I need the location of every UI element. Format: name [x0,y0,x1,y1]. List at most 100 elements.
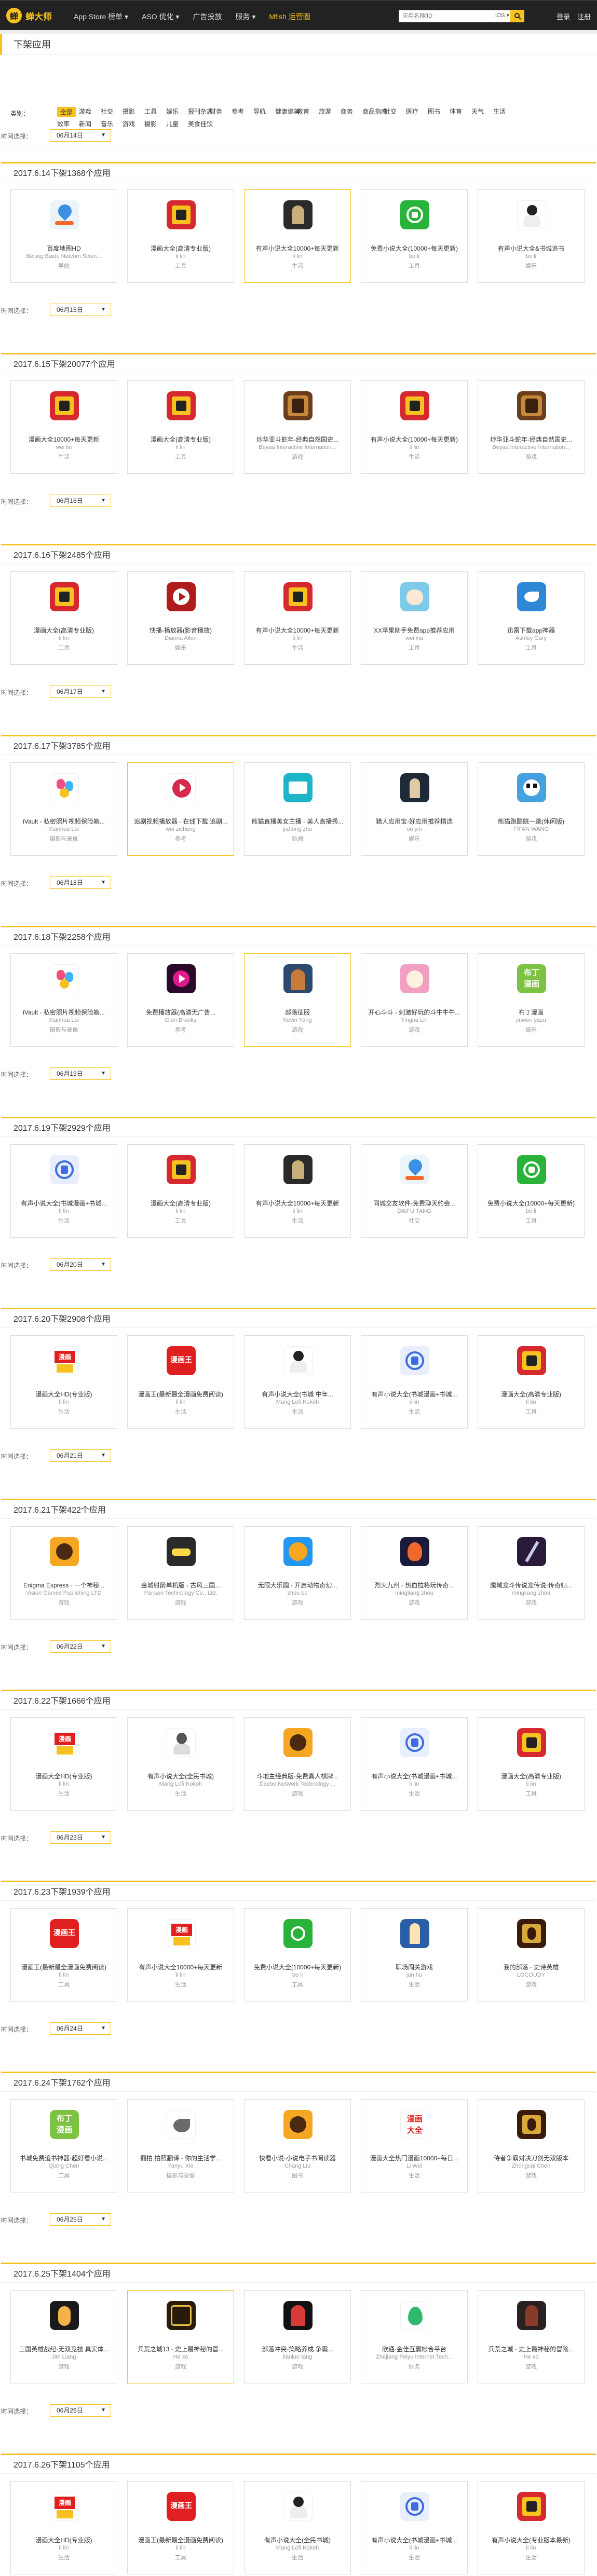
app-card[interactable]: 有声小说大全(10000+每天更新) li lin 生活 [361,380,468,474]
app-card[interactable]: 有声小说大全(书城漫画+书城... li lin 生活 [361,2481,468,2574]
app-card[interactable]: 同城交友软件-免费聊天约会... DAIFU TANG 社交 [361,1144,468,1238]
app-card[interactable]: 漫画大全(高清专业版) li lin 工具 [127,380,234,474]
category-tag[interactable]: 效率 [57,119,70,128]
menu-item-mfish[interactable]: Mfish 运营圈 [269,11,310,22]
app-card[interactable]: 三国英雄战纪-无双竞技 真实体... Jim Liang 游戏 [10,2290,117,2383]
date-picker[interactable]: 06月19日 ▼ [50,1067,111,1080]
logo[interactable]: 蝉 蝉大师 [6,8,52,23]
app-card[interactable]: 漫画大全(高清专业版) li lin 工具 [10,571,117,665]
app-card[interactable]: 部落征服 Kevin Yang 游戏 [244,953,351,1047]
app-card[interactable]: iVault - 私密照片视频保险箱... Xianhua Lai 摄影与录像 [10,762,117,856]
date-picker[interactable]: 06月24日 ▼ [50,2022,111,2035]
app-card[interactable]: 迅雷下载app神器 Ashley Gary 工具 [478,571,585,665]
category-tag[interactable]: 生活 [493,107,506,116]
date-picker[interactable]: 06月23日 ▼ [50,1831,111,1844]
app-card[interactable]: iVault - 私密照片视频保险箱... Xianhua Lai 摄影与录像 [10,953,117,1047]
category-tag[interactable]: 教育 [297,107,309,116]
app-card[interactable]: 漫画大全(高清专业版) li lin 工具 [127,1144,234,1238]
app-card[interactable]: 漫画大全(高清专业版) li lin 工具 [478,1717,585,1811]
app-card[interactable]: 追剧视频播放器 - 在线下载 追剧... wei zicheng 参考 [127,762,234,856]
date-picker[interactable]: 06月18日 ▼ [50,876,111,889]
category-tag[interactable]: 商务 [341,107,353,116]
login-link[interactable]: 登录 [557,11,570,21]
category-tag[interactable]: 工具 [144,107,157,116]
app-card[interactable]: 漫画 大全 漫画大全热门漫画10000+每日... Li Wei 生活 [361,2099,468,2193]
category-tag[interactable]: 社交 [384,107,397,116]
app-card[interactable]: 部落冲突-策略养成 争霸... tianluo tang 游戏 [244,2290,351,2383]
app-card[interactable]: 漫画 有声小说大全10000+每天更新 li lin 生活 [127,1908,234,2002]
app-card[interactable]: 魔域龙斗传说龙传说-传奇归... mingliang zhou 游戏 [478,1526,585,1620]
app-card[interactable]: 布丁 漫画 布丁漫画 jinwen yasu 娱乐 [478,953,585,1047]
app-card[interactable]: 快看小说-小说电子书阅读器 Chang Liu 图书 [244,2099,351,2193]
category-tag[interactable]: 报刊杂志 [188,107,213,116]
app-card[interactable]: 斗地主经典版-免费真人棋牌... Daebe Network Technology… [244,1717,351,1811]
search-button[interactable] [510,10,524,22]
date-picker[interactable]: 06月21日 ▼ [50,1449,111,1462]
app-card[interactable]: 职场闯关游戏 jun hu 生活 [361,1908,468,2002]
app-card[interactable]: 有声小说大全10000+每天更新 li lin 生活 [244,189,351,283]
date-picker[interactable]: 06月25日 ▼ [50,2213,111,2226]
app-card[interactable]: 漫画 漫画大全HD(专业版) li lin 生活 [10,1335,117,1429]
app-card[interactable]: 兵荒之城 - 史上最神秘的冒险... He xo 游戏 [478,2290,585,2383]
app-card[interactable]: 漫画王 漫画王(最新最全漫画免费阅读) li lin 生活 [127,1335,234,1429]
category-tag[interactable]: 社交 [101,107,113,116]
app-card[interactable]: 免费小说大全(10000+每天更新) bo li 工具 [361,189,468,283]
menu-item-ads[interactable]: 广告投放 [193,11,222,22]
app-card[interactable]: 炒华亚斗蛇年-经典自然国史... Beyaa Interactive Intern… [244,380,351,474]
app-card[interactable]: 有声小说大全(专业版本最新) li lin 生活 [478,2481,585,2574]
date-picker[interactable]: 06月20日 ▼ [50,1258,111,1271]
app-card[interactable]: 免费小说大全(10000+每天更新) bo li 工具 [244,1908,351,2002]
category-tag[interactable]: 旅游 [319,107,331,116]
app-card[interactable]: 熊猫直播美女主播 - 美人直播秀... jiahong zhu 新闻 [244,762,351,856]
app-card[interactable]: 炒华亚斗蛇年-经典自然国史... Beyaa Interactive Intern… [478,380,585,474]
category-tag[interactable]: 音乐 [101,119,113,128]
date-picker[interactable]: 06月22日 ▼ [50,1640,111,1653]
category-tag[interactable]: 参考 [232,107,244,116]
app-card[interactable]: 有声小说大全(全民书城) Mang Lofi Kokoh 生活 [244,2481,351,2574]
app-card[interactable]: 漫画王 漫画王(最新最全漫画免费阅读) li lin 工具 [10,1908,117,2002]
app-card[interactable]: 有声小说大全&书城追书 bo li 娱乐 [478,189,585,283]
category-tag[interactable]: 摄影 [123,107,135,116]
date-picker[interactable]: 06月26日 ▼ [50,2404,111,2417]
app-card[interactable]: 欣通-金佳互赢帐合平台 Zhejiang Feiyu Internet Tech.… [361,2290,468,2383]
app-card[interactable]: 免费小说大全(10000+每天更新) bo li 工具 [478,1144,585,1238]
app-card[interactable]: 漫画大全(高清专业版) li lin 工具 [127,189,234,283]
app-card[interactable]: 有声小说大全(书城 中年... Mang Lofi Kokoh 生活 [244,1335,351,1429]
app-card[interactable]: 有声小说大全10000+每天更新 li lin 生活 [244,1144,351,1238]
category-tag[interactable]: 体育 [450,107,462,116]
app-card[interactable]: 有声小说大全10000+每天更新 li lin 生活 [244,571,351,665]
category-tag[interactable]: 健康健美 [275,107,300,116]
app-card[interactable]: 百度地图HD Beijing Baidu Netcom Scien... 导航 [10,189,117,283]
app-card[interactable]: XX苹果助手免费app推荐应用 wei xia 工具 [361,571,468,665]
app-card[interactable]: 漫画王 漫画王(最新最全漫画免费阅读) li lin 工具 [127,2481,234,2574]
search-input[interactable] [399,10,477,22]
app-card[interactable]: 快播-播放器(影音播放) Dianna Allen 娱乐 [127,571,234,665]
app-card[interactable]: 有声小说大全(全民书城) Mang Lofi Kokoh 生活 [127,1717,234,1811]
date-picker[interactable]: 06月16日 ▼ [50,495,111,507]
category-tag[interactable]: 全部 [57,107,76,117]
app-card[interactable]: 漫画大全10000+每天更新 wei lin 生活 [10,380,117,474]
app-card[interactable]: 金城射箭单机版 - 古风三国... Pansen Technology Co., … [127,1526,234,1620]
category-tag[interactable]: 摄影 [144,119,157,128]
app-card[interactable]: 有声小说大全(书城漫画+书城... li lin 生活 [10,1144,117,1238]
category-tag[interactable]: 图书 [428,107,440,116]
menu-item-aso[interactable]: ASO 优化 ▾ [142,11,179,22]
platform-select[interactable]: iOS ▾ [495,12,509,19]
category-tag[interactable]: 新闻 [79,119,91,128]
app-card[interactable]: 我的部落 - 史诗英雄 LOCOUDY 游戏 [478,1908,585,2002]
app-card[interactable]: Enigma Express - 一个神秘... Vision Games Pub… [10,1526,117,1620]
category-tag[interactable]: 财务 [210,107,222,116]
category-tag[interactable]: 娱乐 [166,107,179,116]
app-card[interactable]: 漫画大全(高清专业版) li lin 工具 [478,1335,585,1429]
category-tag[interactable]: 游戏 [123,119,135,128]
category-tag[interactable]: 游戏 [79,107,91,116]
app-card[interactable]: 翻拍 拍照翻译 - 你的生活学... Yanyu Xie 摄影与录像 [127,2099,234,2193]
date-picker[interactable]: 06月17日 ▼ [50,686,111,698]
category-tag[interactable]: 美食佳饮 [188,119,213,128]
app-card[interactable]: 有声小说大全(书城漫画+书城... li lin 生活 [361,1717,468,1811]
app-card[interactable]: 无限大乐园 - 开启动物奇幻... zhou bo 游戏 [244,1526,351,1620]
category-tag[interactable]: 导航 [253,107,266,116]
category-tag[interactable]: 儿童 [166,119,179,128]
menu-item-appstore-rank[interactable]: App Store 榜单 ▾ [74,11,128,22]
app-card[interactable]: 开心斗斗 - 刺激好玩的斗牛牛牛... Yingna Lin 游戏 [361,953,468,1047]
